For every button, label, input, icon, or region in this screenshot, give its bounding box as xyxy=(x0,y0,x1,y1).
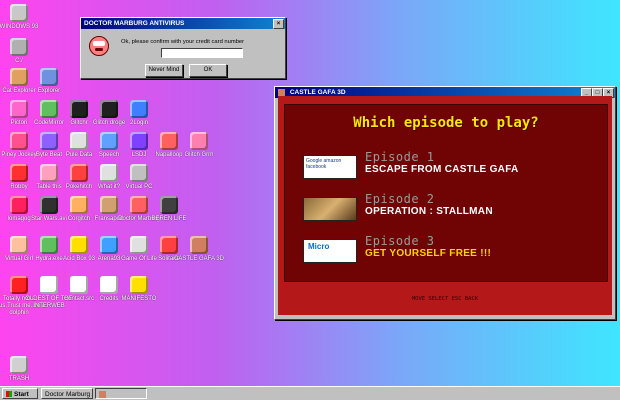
desktop-icon[interactable]: WINDOWS 93 xyxy=(0,4,48,31)
windows-logo-icon xyxy=(6,391,12,398)
task-castle-gafa[interactable] xyxy=(95,388,147,399)
desktop-icon[interactable]: C:/ xyxy=(0,38,48,65)
never-mind-button[interactable]: Never Mind xyxy=(145,64,183,77)
desktop-icon-label: MANIFESTO xyxy=(121,296,157,302)
desktop-icon[interactable]: Explorer xyxy=(20,68,78,95)
desktop-icon[interactable]: 2Login xyxy=(110,100,168,127)
pc-icon xyxy=(130,164,148,182)
episode-3-thumbnail: Micro xyxy=(303,239,357,263)
taskbar: Start Doctor Marburg A xyxy=(0,386,620,400)
computer-icon xyxy=(10,4,28,22)
episode-panel: Which episode to play? Google amazon fac… xyxy=(284,104,608,282)
desktop-icon[interactable]: MANIFESTO xyxy=(110,276,168,303)
heart-icon xyxy=(190,132,208,150)
desktop-icon[interactable]: BEREN LIFE xyxy=(140,196,198,223)
episode-1-thumbnail: Google amazon facebook xyxy=(303,155,357,179)
manifesto-icon xyxy=(130,276,148,294)
game-canvas[interactable]: Which episode to play? Google amazon fac… xyxy=(278,96,612,315)
controls-hint: MOVE SELECT ESC BACK xyxy=(411,296,479,302)
episode-1-subtitle: ESCAPE FROM CASTLE GAFA xyxy=(365,164,519,175)
episode-1-title: Episode 1 xyxy=(365,150,435,164)
desktop-icon[interactable]: CASTLE GAFA 3D xyxy=(170,236,228,263)
episode-3-subtitle: GET YOURSELF FREE !!! xyxy=(365,248,492,259)
task-antivirus[interactable]: Doctor Marburg A xyxy=(41,388,93,399)
desktop-icon-label: 2Login xyxy=(129,120,149,126)
desktop-icon[interactable]: Glitch Grrrl xyxy=(170,132,228,159)
desktop-icon[interactable]: Virtual PC xyxy=(110,164,168,191)
episode-2-subtitle: OPERATION : STALLMAN xyxy=(365,206,493,217)
episode-1[interactable]: Google amazon facebook Episode 1 ESCAPE … xyxy=(303,150,603,183)
antivirus-title: DOCTOR MARBURG ANTIVIRUS xyxy=(84,20,185,27)
castle-icon xyxy=(278,88,285,96)
credit-card-input[interactable] xyxy=(161,48,243,58)
episode-2[interactable]: Episode 2 OPERATION : STALLMAN xyxy=(303,192,603,225)
episode-1-thumb-text: Google amazon facebook xyxy=(306,158,342,170)
antivirus-titlebar[interactable]: DOCTOR MARBURG ANTIVIRUS × xyxy=(81,18,285,29)
desktop-icon-label: Glitch Grrrl xyxy=(184,152,214,158)
start-label: Start xyxy=(14,391,29,398)
episode-3[interactable]: Micro Episode 3 GET YOURSELF FREE !!! xyxy=(303,234,603,267)
doctor-icon xyxy=(89,36,109,56)
close-button[interactable]: × xyxy=(273,19,284,29)
desktop-icon-label: TRASH xyxy=(8,376,30,382)
trash-icon xyxy=(10,356,28,374)
antivirus-dialog: DOCTOR MARBURG ANTIVIRUS × Ok, please co… xyxy=(80,17,286,79)
castle-icon xyxy=(190,236,208,254)
antivirus-message: Ok, please confirm with your credit card… xyxy=(121,39,245,45)
desktop-icon-label: C:/ xyxy=(15,58,23,64)
episode-2-thumbnail xyxy=(303,197,357,221)
desktop-icon-label: BEREN LIFE xyxy=(151,216,187,222)
castle-icon xyxy=(99,390,106,398)
desktop-icon-label: CASTLE GAFA 3D xyxy=(173,256,225,262)
desktop-icon-label: WINDOWS 93 xyxy=(0,24,39,30)
start-button[interactable]: Start xyxy=(2,388,38,399)
desktop-icon-label: Explorer xyxy=(37,88,61,94)
drive-icon xyxy=(10,38,28,56)
terminal-icon xyxy=(160,196,178,214)
ok-button[interactable]: OK xyxy=(189,64,227,77)
explorer-icon xyxy=(40,68,58,86)
desktop-icon[interactable]: TRASH xyxy=(0,356,48,383)
episode-3-title: Episode 3 xyxy=(365,234,435,248)
login-icon xyxy=(130,100,148,118)
desktop-icon-label: Virtual PC xyxy=(125,184,153,190)
game-title: CASTLE GAFA 3D xyxy=(289,89,346,96)
episode-heading: Which episode to play? xyxy=(353,115,539,131)
episode-3-thumb-text: Micro xyxy=(308,242,330,251)
episode-2-title: Episode 2 xyxy=(365,192,435,206)
